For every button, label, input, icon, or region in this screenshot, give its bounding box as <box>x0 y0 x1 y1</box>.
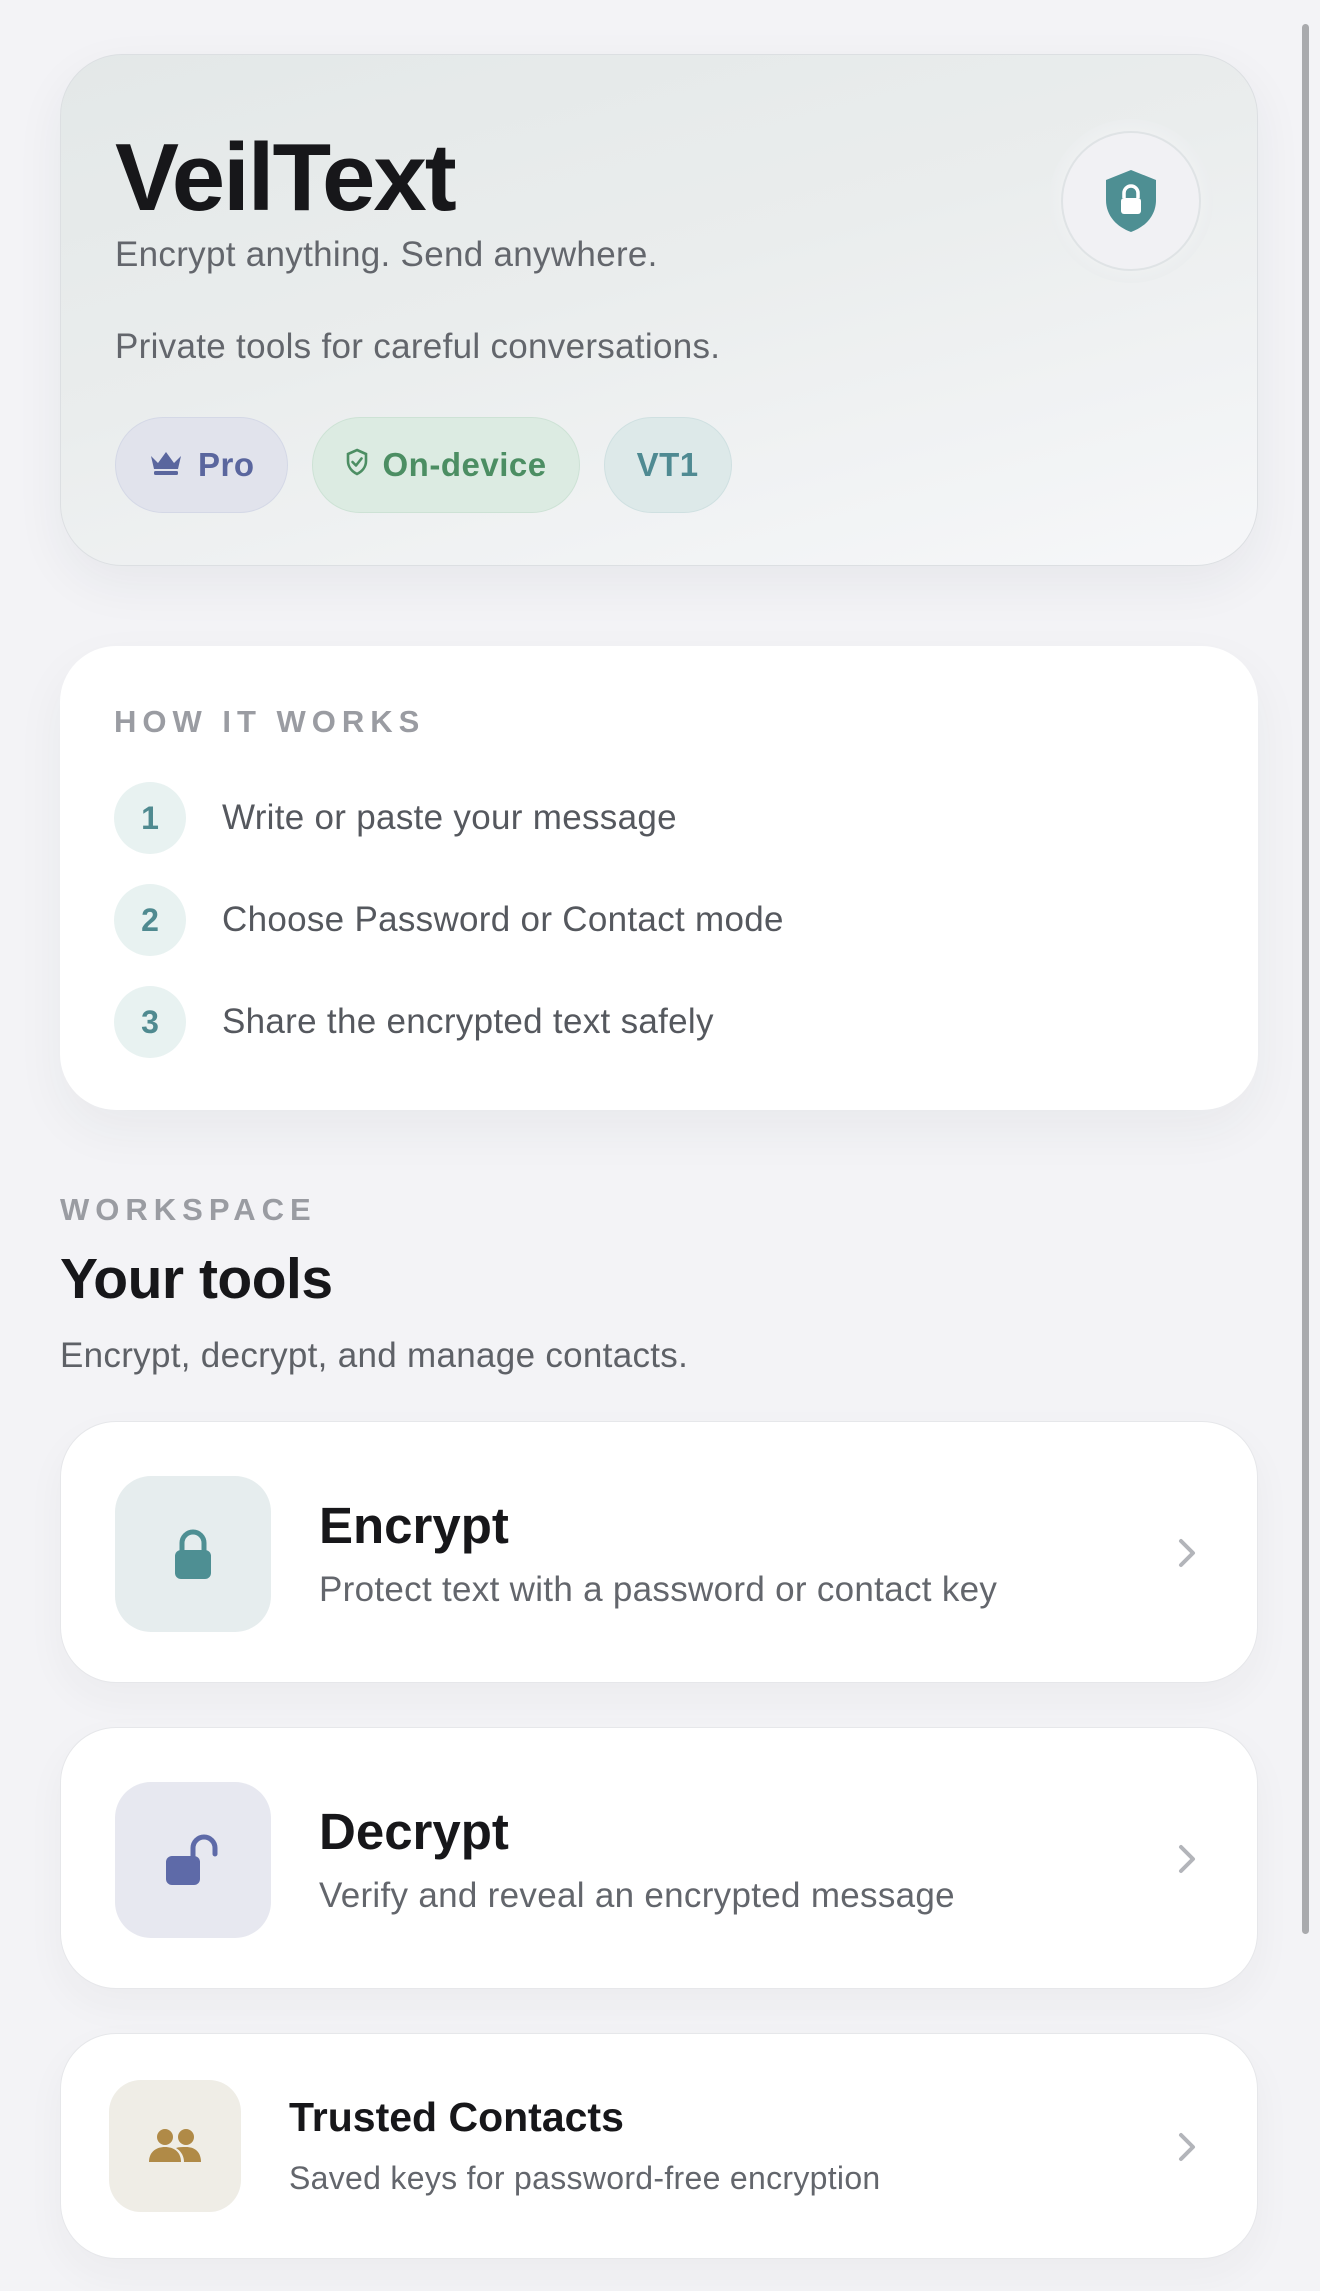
hero-card: VeilText Encrypt anything. Send anywhere… <box>60 54 1258 566</box>
pro-badge: Pro <box>115 417 288 513</box>
on-device-badge-label: On-device <box>382 446 547 483</box>
unlock-icon <box>115 1782 271 1938</box>
app-tagline: Encrypt anything. Send anywhere. <box>115 235 658 274</box>
app-description: Private tools for careful conversations. <box>115 327 721 366</box>
workspace-eyebrow: WORKSPACE <box>60 1192 317 1227</box>
crown-icon <box>148 446 184 484</box>
trusted-contacts-title: Trusted Contacts <box>289 2094 624 2140</box>
workspace-subtitle: Encrypt, decrypt, and manage contacts. <box>60 1336 689 1375</box>
decrypt-title: Decrypt <box>319 1803 509 1860</box>
lock-icon <box>115 1476 271 1632</box>
step-text: Share the encrypted text safely <box>222 1002 714 1041</box>
badge-row: Pro On-device VT1 <box>115 417 732 513</box>
how-it-works-heading: HOW IT WORKS <box>114 704 426 739</box>
encrypt-description: Protect text with a password or contact … <box>319 1570 998 1609</box>
shield-lock-icon <box>1061 131 1201 271</box>
step-number: 3 <box>114 986 186 1058</box>
trusted-contacts-description: Saved keys for password-free encryption <box>289 2160 881 2196</box>
decrypt-tool-card[interactable]: Decrypt Verify and reveal an encrypted m… <box>60 1727 1258 1989</box>
encrypt-tool-card[interactable]: Encrypt Protect text with a password or … <box>60 1421 1258 1683</box>
step-item: 3 Share the encrypted text safely <box>114 986 714 1058</box>
version-badge: VT1 <box>603 417 732 513</box>
step-number: 1 <box>114 782 186 854</box>
chevron-right-icon <box>1179 1539 1195 1567</box>
decrypt-description: Verify and reveal an encrypted message <box>319 1876 955 1915</box>
chevron-right-icon <box>1179 2133 1195 2161</box>
shield-check-icon <box>345 446 369 484</box>
trusted-contacts-tool-card[interactable]: Trusted Contacts Saved keys for password… <box>60 2033 1258 2259</box>
encrypt-title: Encrypt <box>319 1497 509 1554</box>
shield-lock-badge <box>1049 119 1213 283</box>
pro-badge-label: Pro <box>198 446 255 483</box>
step-text: Write or paste your message <box>222 798 677 837</box>
step-text: Choose Password or Contact mode <box>222 900 784 939</box>
version-badge-label: VT1 <box>636 446 699 483</box>
step-item: 2 Choose Password or Contact mode <box>114 884 784 956</box>
people-icon <box>109 2080 241 2212</box>
scrollbar[interactable] <box>1302 24 1309 1934</box>
how-it-works-card: HOW IT WORKS 1 Write or paste your messa… <box>60 646 1258 1110</box>
step-number: 2 <box>114 884 186 956</box>
step-item: 1 Write or paste your message <box>114 782 677 854</box>
app-title: VeilText <box>115 124 457 231</box>
chevron-right-icon <box>1179 1845 1195 1873</box>
on-device-badge: On-device <box>311 417 580 513</box>
workspace-title: Your tools <box>60 1247 333 1311</box>
